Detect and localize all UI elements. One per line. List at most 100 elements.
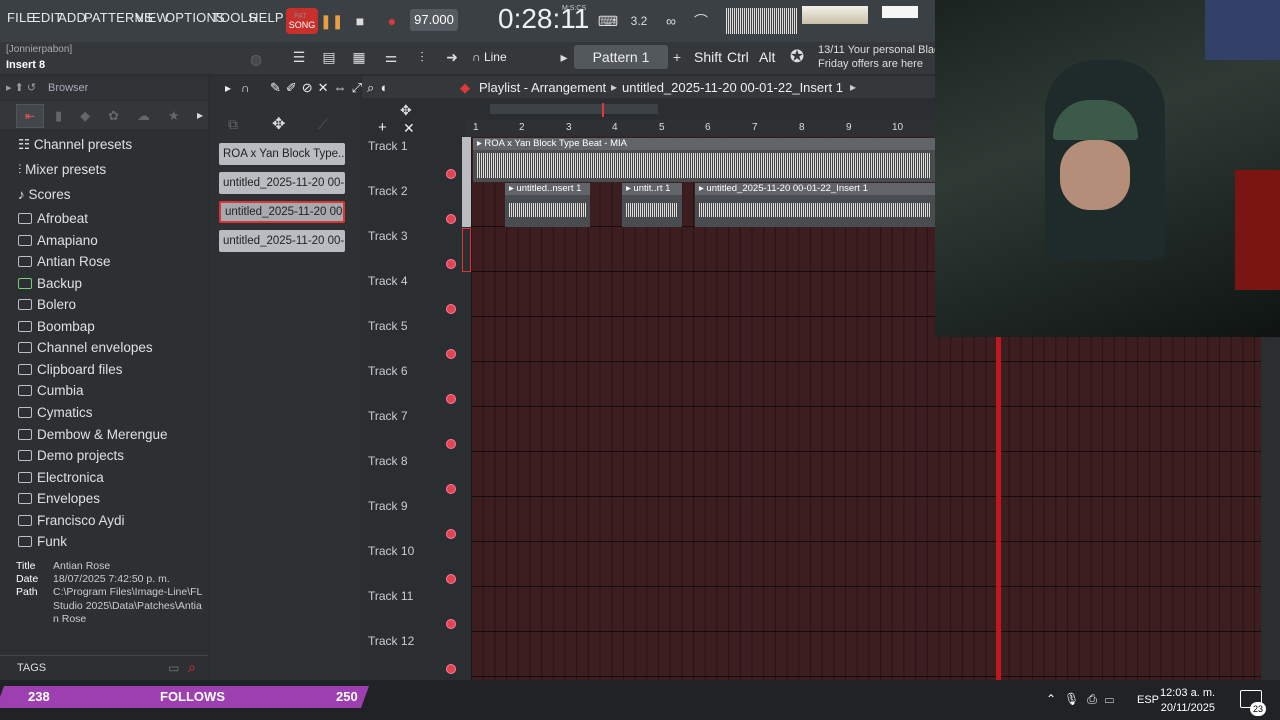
browser-item-folder[interactable]: Funk xyxy=(18,534,67,549)
audio-clip[interactable]: ▸ untit..rt 1 xyxy=(622,183,682,227)
track-mute-toggle[interactable] xyxy=(446,664,456,674)
playlist-menu-icons[interactable]: ▸∩ xyxy=(225,81,260,95)
track-label[interactable]: Track 4 xyxy=(368,274,408,288)
track-mute-toggle[interactable] xyxy=(446,304,456,314)
browser-item-folder[interactable]: Demo projects xyxy=(18,448,124,463)
snap-selector[interactable]: ∩ Line xyxy=(472,46,548,68)
playhead[interactable] xyxy=(996,337,1001,682)
track-mute-toggle[interactable] xyxy=(446,619,456,629)
pat-song-toggle[interactable]: PAT SONG xyxy=(286,8,318,34)
browser-item-folder[interactable]: Cumbia xyxy=(18,383,84,398)
pattern-selector[interactable]: Pattern 1 xyxy=(574,45,668,69)
folder-icon xyxy=(18,493,32,504)
browser-item-folder[interactable]: Francisco Aydi xyxy=(18,513,125,528)
browser-filter-icons[interactable]: ▮◆✿☁★ xyxy=(55,108,198,124)
track-label[interactable]: Track 10 xyxy=(368,544,414,558)
browser-item-folder[interactable]: Backup xyxy=(18,276,82,291)
language-indicator[interactable]: ESP xyxy=(1137,694,1159,706)
track-mute-toggle[interactable] xyxy=(446,574,456,584)
arrow-right-icon[interactable]: ➜ xyxy=(441,46,463,68)
playlist-record-icon[interactable]: ◆ xyxy=(460,80,470,96)
pattern-clip-item[interactable]: untitled_2025-11-20 00-... xyxy=(219,172,345,194)
audio-clip[interactable]: ▸ untitled_2025-11-20 00-01-22_Insert 1 xyxy=(695,183,935,227)
browser-item-mixer-presets[interactable]: ⫶ Mixer presets xyxy=(18,162,106,178)
browser-item-folder[interactable]: Boombap xyxy=(18,319,95,334)
mixer-icon[interactable]: ⚌ xyxy=(380,46,402,68)
clock[interactable]: 12:03 a. m. 20/11/2025 xyxy=(1160,686,1215,716)
menu-view[interactable]: VIEW xyxy=(135,10,169,25)
pause-icon[interactable]: ❚❚ xyxy=(320,10,343,32)
track-label[interactable]: Track 9 xyxy=(368,499,408,513)
browser-item-scores[interactable]: ♪ Scores xyxy=(18,187,71,202)
clip-source-icon[interactable]: ⧉ xyxy=(228,116,238,133)
playlist-tool-icons[interactable]: ✎✐⊘✕⇔⤢⌕◖ xyxy=(270,80,392,96)
typing-keyboard-icon[interactable]: ⌨ xyxy=(597,10,619,32)
tag-folder-icon[interactable]: ▭ xyxy=(168,661,179,675)
tray-icons[interactable]: ⌃🎙︎⎙▭ xyxy=(1046,692,1122,707)
move-icon[interactable]: ✥ xyxy=(272,114,285,134)
track-mute-toggle[interactable] xyxy=(446,529,456,539)
browser-arrows-icon[interactable]: ▸ ⬆ ↺ xyxy=(6,81,36,94)
pattern-clip-item[interactable]: untitled_2025-11-20 00-... xyxy=(219,230,345,252)
browser-scroll-right-icon[interactable]: ▸ xyxy=(197,108,203,122)
wait-record-icon[interactable]: ∞ xyxy=(660,10,682,32)
browser-back-icon[interactable]: ⇤ xyxy=(16,104,44,128)
browser-item-folder[interactable]: Envelopes xyxy=(18,491,100,506)
channel-list-icon[interactable]: ⫶ xyxy=(411,46,433,68)
tempo-display[interactable]: 97.000 xyxy=(410,9,458,31)
track-mute-toggle[interactable] xyxy=(446,394,456,404)
track-label[interactable]: Track 7 xyxy=(368,409,408,423)
menu-help[interactable]: HELP xyxy=(249,10,284,25)
browser-item-folder[interactable]: Clipboard files xyxy=(18,362,123,377)
track-mute-toggle[interactable] xyxy=(446,439,456,449)
stop-icon[interactable]: ■ xyxy=(349,10,371,32)
step-edit-icon[interactable]: 3.2 xyxy=(628,10,650,32)
browser-item-folder[interactable]: Channel envelopes xyxy=(18,340,153,355)
master-volume-meter[interactable] xyxy=(802,6,868,24)
news-icon[interactable]: ✪ xyxy=(786,46,808,68)
browser-item-folder[interactable]: Dembow & Merengue xyxy=(18,427,168,442)
track-label[interactable]: Track 12 xyxy=(368,634,414,648)
close-icon[interactable]: ✕ xyxy=(403,120,415,137)
track-label[interactable]: Track 6 xyxy=(368,364,408,378)
horizontal-scrollbar[interactable] xyxy=(490,104,658,114)
overview-move-icon[interactable]: ✥ xyxy=(400,102,412,119)
playlist-icon[interactable]: ☰ xyxy=(288,46,310,68)
clip-title: ▸ ROA x Yan Block Type Beat - MIA xyxy=(473,138,935,150)
track-mute-toggle[interactable] xyxy=(446,214,456,224)
channel-rack-icon[interactable]: ▤ xyxy=(318,46,340,68)
track-label[interactable]: Track 1 xyxy=(368,139,408,153)
browser-item-folder[interactable]: Afrobeat xyxy=(18,211,88,226)
browser-item-folder[interactable]: Cymatics xyxy=(18,405,93,420)
browser-item-folder[interactable]: Amapiano xyxy=(18,233,98,248)
audio-clip[interactable]: ▸ untitled..nsert 1 xyxy=(505,183,590,227)
add-track-icon[interactable]: + xyxy=(378,119,387,136)
record-icon[interactable]: ● xyxy=(381,10,403,32)
browser-item-folder[interactable]: Electronica xyxy=(18,470,104,485)
bar-number: 6 xyxy=(705,122,711,133)
pattern-clip-item[interactable]: ROA x Yan Block Type... xyxy=(219,143,345,165)
track-label[interactable]: Track 3 xyxy=(368,229,408,243)
play-arrow-icon[interactable]: ▸ xyxy=(553,46,575,68)
track-label[interactable]: Track 2 xyxy=(368,184,408,198)
add-pattern-icon[interactable]: + xyxy=(666,46,688,68)
browser-item-folder[interactable]: Bolero xyxy=(18,297,76,312)
menu-add[interactable]: ADD xyxy=(58,10,86,25)
piano-roll-icon[interactable]: ▦ xyxy=(348,46,370,68)
track-mute-toggle[interactable] xyxy=(446,484,456,494)
bar-number: 10 xyxy=(892,122,904,133)
track-label[interactable]: Track 8 xyxy=(368,454,408,468)
tag-search-icon[interactable]: ⌕ xyxy=(188,659,196,676)
browser-item-channel-presets[interactable]: ☷ Channel presets xyxy=(18,137,132,153)
slice-icon[interactable]: ⟋ xyxy=(318,116,328,133)
track-mute-toggle[interactable] xyxy=(446,349,456,359)
promo-news[interactable]: 13/11 Your personal Black Friday offers a… xyxy=(818,43,945,71)
track-mute-toggle[interactable] xyxy=(446,259,456,269)
browser-item-folder[interactable]: Antian Rose xyxy=(18,254,111,269)
metronome-icon[interactable]: ⌒ xyxy=(690,10,712,32)
track-label[interactable]: Track 5 xyxy=(368,319,408,333)
track-mute-toggle[interactable] xyxy=(446,169,456,179)
pattern-clip-item-selected[interactable]: untitled_2025-11-20 00-... xyxy=(219,201,345,223)
audio-clip[interactable]: ▸ ROA x Yan Block Type Beat - MIA xyxy=(473,138,935,182)
track-label[interactable]: Track 11 xyxy=(368,589,413,603)
